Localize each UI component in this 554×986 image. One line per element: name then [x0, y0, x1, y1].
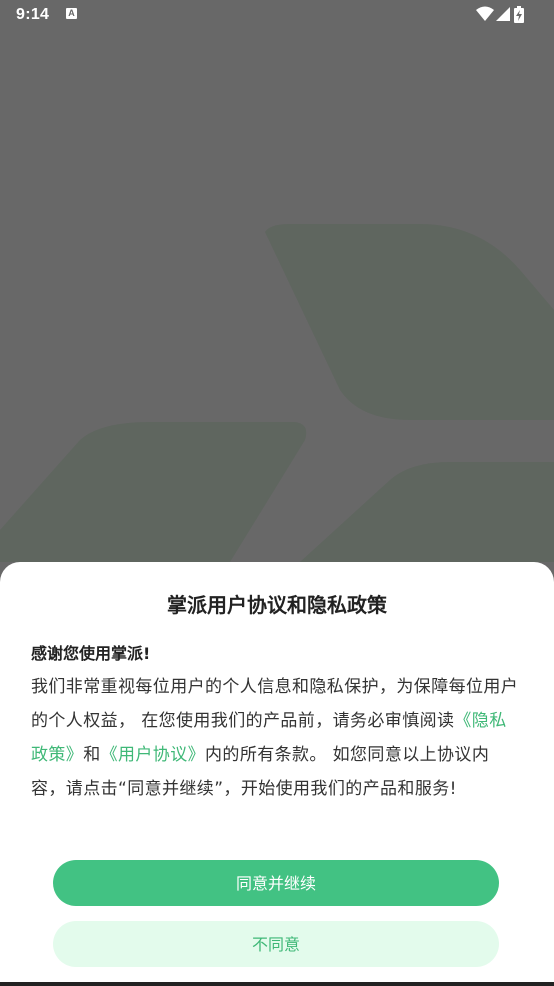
status-time: 9:14 [16, 6, 50, 23]
agree-continue-button[interactable]: 同意并继续 [53, 860, 499, 906]
disagree-button[interactable]: 不同意 [53, 921, 499, 967]
agreement-dialog: 掌派用户协议和隐私政策 感谢您使用掌派! 我们非常重视每位用户的个人信息和隐私保… [0, 562, 554, 986]
bottom-edge [0, 982, 554, 986]
user-agreement-link[interactable]: 《用户协议》 [101, 745, 205, 765]
status-bar: 9:14 A [0, 0, 554, 30]
and-text: 和 [83, 745, 101, 765]
dialog-title: 掌派用户协议和隐私政策 [167, 593, 387, 617]
body-text-part1: 我们非常重视每位用户的个人信息和隐私保护，为保障每位用户的个人权益， 在您使用我… [31, 677, 519, 731]
status-icons [476, 6, 536, 24]
signal-icon [496, 7, 510, 21]
accessibility-a-icon: A [66, 8, 77, 19]
greeting-text: 感谢您使用掌派! [31, 644, 151, 663]
wifi-icon [476, 6, 494, 21]
battery-charging-icon [514, 6, 524, 23]
agreement-body: 我们非常重视每位用户的个人信息和隐私保护，为保障每位用户的个人权益， 在您使用我… [31, 670, 523, 806]
